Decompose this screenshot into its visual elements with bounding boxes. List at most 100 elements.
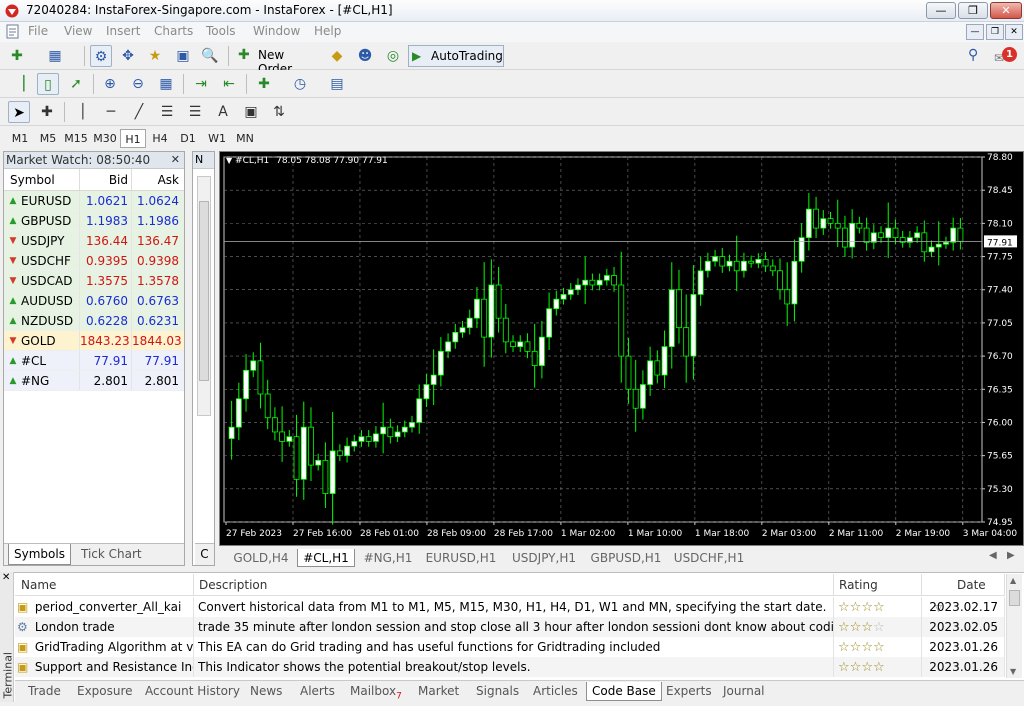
trendline-icon[interactable]: ╱ — [128, 101, 150, 123]
scroll-left-icon[interactable]: ◀ — [989, 550, 997, 561]
market-watch-row[interactable]: ▼ GOLD 1843.23 1844.03 — [4, 331, 184, 351]
chart-tab-usdchf-h1[interactable]: USDCHF,H1 — [669, 549, 749, 567]
terminal-tab-account-history[interactable]: Account History — [140, 682, 245, 701]
market-watch-row[interactable]: ▲ NZDUSD 0.6228 0.6231 — [4, 311, 184, 331]
text-icon[interactable]: A — [212, 101, 234, 123]
timeframe-m30[interactable]: M30 — [91, 129, 119, 148]
market-watch-row[interactable]: ▲ EURUSD 1.0621 1.0624 — [4, 191, 184, 211]
column-date[interactable]: Date ▽ — [922, 574, 1005, 614]
notifications-icon[interactable]: ✉ 1 — [994, 47, 1018, 67]
bar-chart-icon[interactable]: ▕ — [8, 73, 30, 95]
terminal-tab-news[interactable]: News — [245, 682, 287, 701]
chart-window[interactable]: 78.80 78.45 78.10 77.75 77.40 77.05 76.70 76.35… — [219, 151, 1024, 546]
terminal-tab-articles[interactable]: Articles — [528, 682, 583, 701]
menu-window[interactable]: Window — [253, 24, 300, 38]
terminal-tab-alerts[interactable]: Alerts — [295, 682, 340, 701]
candlesticks-icon[interactable]: ▯ — [37, 73, 59, 95]
strategy-tester-icon[interactable]: 🔍 — [199, 45, 221, 67]
chart-tab-ng-h1[interactable]: #NG,H1 — [357, 549, 419, 567]
market-watch-row[interactable]: ▼ USDCAD 1.3575 1.3578 — [4, 271, 184, 291]
mdi-minimize-button[interactable]: — — [966, 24, 984, 40]
menu-insert[interactable]: Insert — [106, 24, 140, 38]
indicators-icon[interactable]: ✚ — [253, 73, 275, 95]
chart-tab-usdjpy-h1[interactable]: USDJPY,H1 — [504, 549, 584, 567]
menu-file[interactable]: File — [28, 24, 48, 38]
terminal-tab-signals[interactable]: Signals — [471, 682, 524, 701]
account-icon[interactable]: ☻ — [354, 45, 376, 67]
timeframe-h4[interactable]: H4 — [148, 129, 172, 148]
column-description[interactable]: Description — [194, 574, 834, 596]
new-order-button[interactable]: ✚ New Order — [236, 45, 322, 76]
column-name[interactable]: Name — [15, 574, 194, 596]
column-bid[interactable]: Bid — [79, 169, 131, 190]
templates-icon[interactable]: ▤ — [326, 73, 348, 95]
chart-tab-cl-h1[interactable]: #CL,H1 — [297, 549, 355, 567]
table-row[interactable]: ▣ Support and Resistance Ind... This Indi… — [15, 657, 1005, 677]
market-watch-icon[interactable]: ⚙ — [90, 45, 112, 67]
terminal-tab-journal[interactable]: Journal — [718, 682, 770, 701]
menu-tools[interactable]: Tools — [206, 24, 236, 38]
timeframe-m5[interactable]: M5 — [36, 129, 60, 148]
close-button[interactable]: ✕ — [990, 2, 1022, 19]
column-rating[interactable]: Rating — [834, 574, 922, 596]
table-row[interactable]: ▣ GridTrading Algorithm at v... This EA c… — [15, 637, 1005, 657]
periods-icon[interactable]: ◷ — [289, 73, 311, 95]
table-row[interactable]: ⚙ London trade trade 35 minute after lond… — [15, 617, 1005, 637]
scroll-right-icon[interactable]: ▶ — [1007, 550, 1015, 561]
autotrading-button[interactable]: ▶ AutoTrading — [408, 45, 504, 67]
auto-scroll-icon[interactable]: ⇤ — [218, 73, 240, 95]
horizontal-line-icon[interactable]: ─ — [100, 101, 122, 123]
market-watch-row[interactable]: ▲ #NG 2.801 2.801 — [4, 371, 184, 391]
timeframe-w1[interactable]: W1 — [204, 129, 230, 148]
market-watch-row[interactable]: ▲ #CL 77.91 77.91 — [4, 351, 184, 371]
tab-tick-chart[interactable]: Tick Chart — [76, 544, 147, 565]
terminal-tab-code-base[interactable]: Code Base — [586, 682, 662, 701]
menu-help[interactable]: Help — [314, 24, 341, 38]
data-window-icon[interactable]: ✥ — [117, 45, 139, 67]
timeframe-m15[interactable]: M15 — [62, 129, 90, 148]
terminal-tab-mailbox[interactable]: Mailbox7 — [345, 682, 407, 701]
navigator-common-tab[interactable]: C — [195, 543, 214, 565]
crosshair-icon[interactable]: ✚ — [36, 101, 58, 123]
navigator-header[interactable]: N — [193, 152, 214, 169]
timeframe-mn[interactable]: MN — [232, 129, 258, 148]
market-watch-row[interactable]: ▲ GBPUSD 1.1983 1.1986 — [4, 211, 184, 231]
chart-shift-icon[interactable]: ⇥ — [190, 73, 212, 95]
fibonacci-icon[interactable]: ☰ — [184, 101, 206, 123]
signals-icon[interactable]: ◎ — [382, 45, 404, 67]
metaeditor-icon[interactable]: ◆ — [326, 45, 348, 67]
arrows-icon[interactable]: ⇅ — [268, 101, 290, 123]
market-watch-close-icon[interactable]: ✕ — [171, 152, 180, 168]
chart-tab-gold-h4[interactable]: GOLD,H4 — [225, 549, 297, 567]
terminal-icon[interactable]: ▣ — [172, 45, 194, 67]
candlestick-chart[interactable]: 78.80 78.45 78.10 77.75 77.40 77.05 76.70 76.35… — [220, 152, 1023, 545]
text-label-icon[interactable]: ▣ — [240, 101, 262, 123]
market-watch-row[interactable]: ▼ USDCHF 0.9395 0.9398 — [4, 251, 184, 271]
mdi-restore-button[interactable]: ❐ — [986, 24, 1004, 40]
profiles-icon[interactable]: ▦ — [44, 45, 66, 67]
timeframe-m1[interactable]: M1 — [8, 129, 32, 148]
restore-button[interactable]: ❐ — [958, 2, 988, 19]
zoom-out-icon[interactable]: ⊖ — [127, 73, 149, 95]
column-symbol[interactable]: Symbol — [4, 169, 79, 190]
timeframe-d1[interactable]: D1 — [176, 129, 200, 148]
terminal-tab-experts[interactable]: Experts — [661, 682, 717, 701]
menu-view[interactable]: View — [64, 24, 92, 38]
zoom-in-icon[interactable]: ⊕ — [99, 73, 121, 95]
chart-tab-eurusd-h1[interactable]: EURUSD,H1 — [421, 549, 501, 567]
terminal-scrollbar[interactable]: ▲ ▼ — [1006, 574, 1022, 678]
market-watch-row[interactable]: ▼ USDJPY 136.44 136.47 — [4, 231, 184, 251]
market-watch-row[interactable]: ▲ AUDUSD 0.6760 0.6763 — [4, 291, 184, 311]
chart-tab-gbpusd-h1[interactable]: GBPUSD,H1 — [586, 549, 666, 567]
navigator-scrollbar[interactable] — [197, 176, 211, 416]
timeframe-h1[interactable]: H1 — [120, 129, 146, 148]
terminal-close-icon[interactable]: ✕ — [2, 572, 10, 583]
mdi-close-button[interactable]: ✕ — [1005, 24, 1023, 40]
line-chart-icon[interactable]: ➚ — [65, 73, 87, 95]
terminal-tab-market[interactable]: Market — [413, 682, 464, 701]
new-chart-icon[interactable]: ✚ — [6, 45, 28, 67]
column-ask[interactable]: Ask — [131, 169, 183, 190]
tab-symbols[interactable]: Symbols — [8, 544, 71, 565]
equidistant-channel-icon[interactable]: ☰ — [156, 101, 178, 123]
menu-charts[interactable]: Charts — [154, 24, 193, 38]
